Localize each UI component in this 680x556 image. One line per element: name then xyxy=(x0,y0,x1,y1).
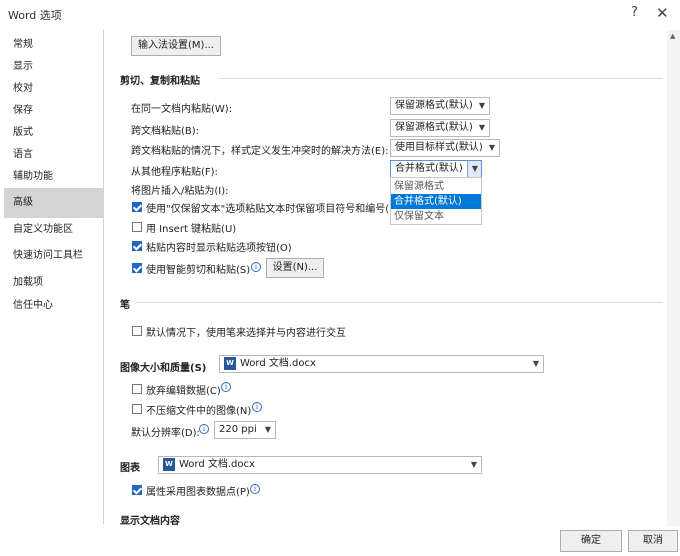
paste-between-docs-value: 保留源格式(默认) xyxy=(395,122,473,133)
sidebar-item-advanced[interactable]: 高级 xyxy=(4,188,104,218)
paste-other-programs-value: 合并格式(默认) xyxy=(395,163,463,174)
default-resolution-label: 默认分辨率(D): xyxy=(131,428,200,439)
chevron-down-icon: ▼ xyxy=(488,143,495,152)
dropdown-option-selected[interactable]: 合并格式(默认) xyxy=(391,194,481,209)
smart-cut-paste-checkbox[interactable] xyxy=(132,263,142,273)
chart-datapoint-label: 属性采用图表数据点(P) xyxy=(146,487,250,498)
sidebar-item-typography[interactable]: 版式 xyxy=(4,122,104,144)
no-compress-images-label: 不压缩文件中的图像(N) xyxy=(146,406,252,417)
window-title: Word 选项 xyxy=(8,9,62,22)
paste-between-docs-label: 跨文档粘贴(B): xyxy=(131,126,200,137)
sidebar-item-proofing[interactable]: 校对 xyxy=(4,78,104,100)
show-paste-options-checkbox[interactable] xyxy=(132,241,142,251)
style-conflict-value: 使用目标样式(默认) xyxy=(395,142,483,153)
chart-doc-value: Word 文档.docx xyxy=(179,459,255,470)
image-size-heading: 图像大小和质量(S) xyxy=(120,363,207,374)
sidebar-item-display[interactable]: 显示 xyxy=(4,56,104,78)
sidebar-item-accessibility[interactable]: 辅助功能 xyxy=(4,166,104,188)
style-conflict-select[interactable]: 使用目标样式(默认) ▼ xyxy=(390,139,500,157)
cutcopy-divider xyxy=(218,78,663,79)
chevron-down-icon: ▼ xyxy=(264,425,271,434)
ok-button[interactable]: 确定 xyxy=(560,530,622,552)
dialog-footer: 确定 取消 xyxy=(0,526,680,556)
keep-bullets-checkbox[interactable] xyxy=(132,202,142,212)
insert-key-paste-label: 用 Insert 键粘贴(U) xyxy=(146,224,237,235)
smart-cut-paste-label: 使用智能剪切和粘贴(S) xyxy=(146,265,251,276)
help-icon[interactable]: ? xyxy=(631,5,638,20)
cutcopy-heading: 剪切、复制和粘贴 xyxy=(120,76,200,87)
info-icon: i xyxy=(221,382,231,392)
chart-datapoint-checkbox[interactable] xyxy=(132,485,142,495)
chart-heading: 图表 xyxy=(120,463,140,474)
pen-select-label: 默认情况下，使用笔来选择并与内容进行交互 xyxy=(146,328,346,339)
sidebar-item-save[interactable]: 保存 xyxy=(4,100,104,122)
insert-key-paste-checkbox[interactable] xyxy=(132,222,142,232)
info-icon: i xyxy=(252,402,262,412)
pen-heading: 笔 xyxy=(120,300,130,311)
image-doc-select[interactable]: W Word 文档.docx ▼ xyxy=(219,355,544,373)
sidebar-item-addins[interactable]: 加载项 xyxy=(4,272,104,294)
paste-other-programs-dropdown: 保留源格式 合并格式(默认) 仅保留文本 xyxy=(390,177,482,225)
default-resolution-select[interactable]: 220 ppi ▼ xyxy=(214,421,276,439)
discard-editing-data-checkbox[interactable] xyxy=(132,384,142,394)
word-doc-icon: W xyxy=(224,357,236,370)
sidebar-item-quick-access[interactable]: 快速访问工具栏 xyxy=(4,245,104,267)
chevron-down-icon: ▼ xyxy=(478,101,485,110)
paste-other-programs-select[interactable]: 合并格式(默认) ▼ xyxy=(390,160,482,178)
chevron-down-icon: ▼ xyxy=(471,164,478,173)
insert-picture-as-label: 将图片插入/粘贴为(I): xyxy=(131,186,229,197)
discard-editing-data-label: 放弃编辑数据(C) xyxy=(146,386,221,397)
keep-bullets-label: 使用"仅保留文本"选项粘贴文本时保留项目符号和编号(L) xyxy=(146,204,390,215)
advanced-options-panel: 输入法设置(M)... 剪切、复制和粘贴 在同一文档内粘贴(W): 保留源格式(… xyxy=(106,30,667,526)
default-resolution-value: 220 ppi xyxy=(219,424,257,435)
sidebar-item-trust-center[interactable]: 信任中心 xyxy=(4,295,104,317)
paste-within-doc-value: 保留源格式(默认) xyxy=(395,100,473,111)
cancel-button[interactable]: 取消 xyxy=(628,530,678,552)
info-icon: i xyxy=(251,262,261,272)
show-paste-options-label: 粘贴内容时显示粘贴选项按钮(O) xyxy=(146,243,292,254)
word-doc-icon: W xyxy=(163,458,175,471)
dropdown-option[interactable]: 仅保留文本 xyxy=(391,209,481,224)
chart-doc-select[interactable]: W Word 文档.docx ▼ xyxy=(158,456,482,474)
chevron-down-icon: ▼ xyxy=(478,123,485,132)
display-content-heading: 显示文档内容 xyxy=(120,516,180,526)
sidebar-item-customize-ribbon[interactable]: 自定义功能区 xyxy=(4,219,104,241)
style-conflict-label: 跨文档粘贴的情况下，样式定义发生冲突时的解决方法(E): xyxy=(131,146,389,157)
no-compress-images-checkbox[interactable] xyxy=(132,404,142,414)
close-icon[interactable]: ✕ xyxy=(656,4,669,22)
paste-within-doc-label: 在同一文档内粘贴(W): xyxy=(131,104,233,115)
pen-select-checkbox[interactable] xyxy=(132,326,142,336)
dropdown-option[interactable]: 保留源格式 xyxy=(391,179,481,194)
info-icon: i xyxy=(199,424,209,434)
scroll-up-icon[interactable]: ▲ xyxy=(670,32,675,40)
scrollbar[interactable]: ▲ xyxy=(667,30,680,526)
image-doc-value: Word 文档.docx xyxy=(240,358,316,369)
pen-divider xyxy=(136,302,663,303)
info-icon: i xyxy=(250,484,260,494)
smart-paste-settings-button[interactable]: 设置(N)... xyxy=(266,258,324,278)
title-bar: Word 选项 ? ✕ xyxy=(0,0,680,30)
sidebar-item-general[interactable]: 常规 xyxy=(4,34,104,56)
paste-within-doc-select[interactable]: 保留源格式(默认) ▼ xyxy=(390,97,490,115)
ime-settings-button[interactable]: 输入法设置(M)... xyxy=(131,36,221,56)
sidebar: 常规 显示 校对 保存 版式 语言 辅助功能 高级 自定义功能区 快速访问工具栏… xyxy=(4,30,104,524)
chevron-down-icon: ▼ xyxy=(532,359,539,368)
sidebar-item-language[interactable]: 语言 xyxy=(4,144,104,166)
chevron-down-icon: ▼ xyxy=(470,460,477,469)
paste-other-programs-label: 从其他程序粘贴(F): xyxy=(131,167,218,178)
paste-between-docs-select[interactable]: 保留源格式(默认) ▼ xyxy=(390,119,490,137)
